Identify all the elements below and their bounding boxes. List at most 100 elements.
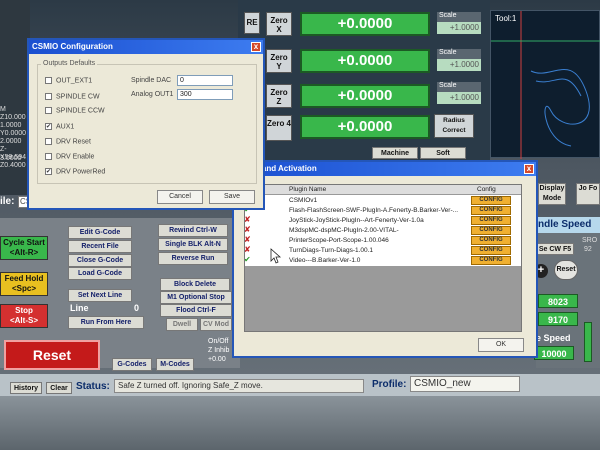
checkbox-drv-enable[interactable]: DRV Enable — [45, 153, 94, 163]
checkbox-drv-reset[interactable]: DRV Reset — [45, 138, 91, 148]
outputs-defaults-label: Outputs Defaults — [41, 60, 98, 67]
close-icon[interactable]: x — [251, 42, 261, 52]
plugin-dialog-titlebar[interactable]: ontrol and Activation x — [234, 162, 536, 176]
jog-follow-button[interactable]: Jo Fo — [576, 183, 600, 205]
scale-x-value[interactable]: +1.0000 — [437, 22, 481, 34]
checkbox-box[interactable] — [45, 93, 52, 100]
close-icon[interactable]: x — [524, 164, 534, 174]
line-label: Line — [70, 303, 89, 313]
spindle-dac-input[interactable]: 0 — [177, 75, 233, 86]
checkbox-spindle-ccw[interactable]: SPINDLE CCW — [45, 107, 105, 117]
checkbox-spindle-cw[interactable]: SPINDLE CW — [45, 93, 100, 103]
load-gcode-button[interactable]: Load G-Code — [68, 267, 132, 280]
soft-tab[interactable]: Soft — [420, 147, 466, 159]
config-button[interactable]: CONFIG — [471, 216, 511, 225]
stop-button[interactable]: Stop <Alt-S> — [0, 304, 48, 328]
scale-y-label: Scale — [437, 49, 481, 59]
plugin-name: Flash-FlashScreen-SWF-PlugIn-A.Fenerty-B… — [289, 207, 459, 214]
enabled-check-icon[interactable]: ✔ — [244, 256, 252, 264]
disabled-x-icon[interactable]: ✘ — [244, 236, 252, 244]
spindle-speed-value[interactable]: 10000 — [534, 346, 574, 360]
profile-label: Profile: — [372, 379, 407, 390]
col-plugin-name: Plugin Name — [289, 186, 327, 193]
cycle-start-button[interactable]: Cycle Start <Alt-R> — [0, 236, 48, 260]
zero-4-button[interactable]: Zero 4 — [266, 115, 292, 141]
scale-z-label: Scale — [437, 82, 481, 92]
disabled-x-icon[interactable]: ✘ — [244, 216, 252, 224]
checkbox-aux1[interactable]: ✔ AUX1 — [45, 123, 74, 133]
rewind-button[interactable]: Rewind Ctrl-W — [158, 224, 228, 237]
disabled-x-icon[interactable]: ✘ — [244, 246, 252, 254]
config-button[interactable]: CONFIG — [471, 226, 511, 235]
set-next-line-button[interactable]: Set Next Line — [68, 289, 132, 302]
mcodes-button[interactable]: M-Codes — [156, 358, 194, 371]
toolpath-view[interactable]: Tool:1 — [490, 10, 600, 159]
csmio-dialog-titlebar[interactable]: CSMIO Configuration x — [29, 40, 263, 54]
ref-all-button[interactable]: RE — [244, 12, 260, 34]
dro-y[interactable]: +0.0000 — [300, 49, 430, 73]
dro-z[interactable]: +0.0000 — [300, 84, 430, 108]
csmio-config-dialog: CSMIO Configuration x Outputs Defaults O… — [27, 38, 265, 210]
zero-z-button[interactable]: Zero Z — [266, 84, 292, 108]
close-gcode-button[interactable]: Close G-Code — [68, 254, 132, 267]
table-row[interactable]: CSMIOv1 CONFIG — [286, 196, 562, 205]
config-button[interactable]: CONFIG — [471, 206, 511, 215]
checkbox-box[interactable] — [45, 153, 52, 160]
check-icon[interactable]: ✔ — [45, 168, 52, 175]
table-row[interactable]: TurnDiags-Turn-Diags-1.00.1 CONFIG — [286, 246, 562, 255]
status-message: Safe Z turned off. Ignoring Safe_Z move. — [114, 379, 364, 393]
checkbox-box[interactable] — [45, 107, 52, 114]
dro-4[interactable]: +0.0000 — [300, 115, 430, 139]
dwell-button[interactable]: Dwell — [166, 318, 198, 331]
checkbox-box[interactable] — [45, 77, 52, 84]
checkbox-drv-powerred[interactable]: ✔ DRV PowerRed — [45, 168, 105, 178]
ok-button[interactable]: OK — [478, 338, 524, 352]
single-block-button[interactable]: Single BLK Alt-N — [158, 238, 228, 251]
config-button[interactable]: CONFIG — [471, 256, 511, 265]
table-row[interactable]: Flash-FlashScreen-SWF-PlugIn-A.Fenerty-B… — [286, 206, 562, 215]
plugin-name: M3dspMC-dspMC-PlugIn-2.00-VITAL- — [289, 227, 399, 234]
cv-mode-button[interactable]: CV Mod — [200, 318, 232, 331]
edit-gcode-button[interactable]: Edit G-Code — [68, 226, 132, 239]
table-row[interactable]: JoyStick-JoyStick-PlugIn--Art-Fenerty-Ve… — [286, 216, 562, 225]
machine-tab[interactable]: Machine — [372, 147, 418, 159]
scale-x-label: Scale — [437, 12, 481, 22]
feed-hold-button[interactable]: Feed Hold <Spc> — [0, 272, 48, 296]
cancel-button[interactable]: Cancel — [157, 190, 203, 204]
checkbox-out-ext1[interactable]: OUT_EXT1 — [45, 77, 92, 87]
history-button[interactable]: History — [10, 382, 42, 394]
zero-x-button[interactable]: Zero X — [266, 12, 292, 36]
analog-out1-input[interactable]: 300 — [177, 89, 233, 100]
run-from-here-button[interactable]: Run From Here — [68, 316, 144, 329]
table-row[interactable]: PrinterScope-Port-Scope-1.00.046 CONFIG — [286, 236, 562, 245]
gcodes-button[interactable]: G-Codes — [112, 358, 152, 371]
plugin-name: JoyStick-JoyStick-PlugIn--Art-Fenerty-Ve… — [289, 217, 424, 224]
table-row[interactable]: M3dspMC-dspMC-PlugIn-2.00-VITAL- CONFIG — [286, 226, 562, 235]
csmio-dialog-title: CSMIO Configuration — [32, 42, 113, 51]
col-config: Config — [477, 186, 496, 193]
plugin-list-header: Plugin Name Config — [245, 185, 521, 195]
config-button[interactable]: CONFIG — [471, 236, 511, 245]
scale-y-value[interactable]: +1.0000 — [437, 59, 481, 71]
reverse-run-button[interactable]: Reverse Run — [158, 252, 228, 265]
config-button[interactable]: CONFIG — [471, 196, 511, 205]
stop-key: <Alt-S> — [9, 316, 38, 325]
config-button[interactable]: CONFIG — [471, 246, 511, 255]
m1-optional-stop-button[interactable]: M1 Optional Stop — [160, 291, 232, 304]
radius-correct-button[interactable]: Radius Correct — [434, 114, 474, 138]
save-button[interactable]: Save — [209, 190, 255, 204]
table-row[interactable]: Video---B.Barker-Ver-1.0 CONFIG — [286, 256, 562, 265]
clear-button[interactable]: Clear — [46, 382, 72, 394]
dro-x[interactable]: +0.0000 — [300, 12, 430, 36]
reset-button[interactable]: Reset — [4, 340, 100, 370]
plugin-name: PrinterScope-Port-Scope-1.00.046 — [289, 237, 389, 244]
zero-y-button[interactable]: Zero Y — [266, 49, 292, 73]
checkbox-label: DRV Enable — [56, 153, 95, 161]
flood-button[interactable]: Flood Ctrl-F — [160, 304, 232, 317]
recent-file-button[interactable]: Recent File — [68, 240, 132, 253]
disabled-x-icon[interactable]: ✘ — [244, 226, 252, 234]
checkbox-box[interactable] — [45, 138, 52, 145]
block-delete-button[interactable]: Block Delete — [160, 278, 230, 291]
check-icon[interactable]: ✔ — [45, 123, 52, 130]
scale-z-value[interactable]: +1.0000 — [437, 92, 481, 104]
